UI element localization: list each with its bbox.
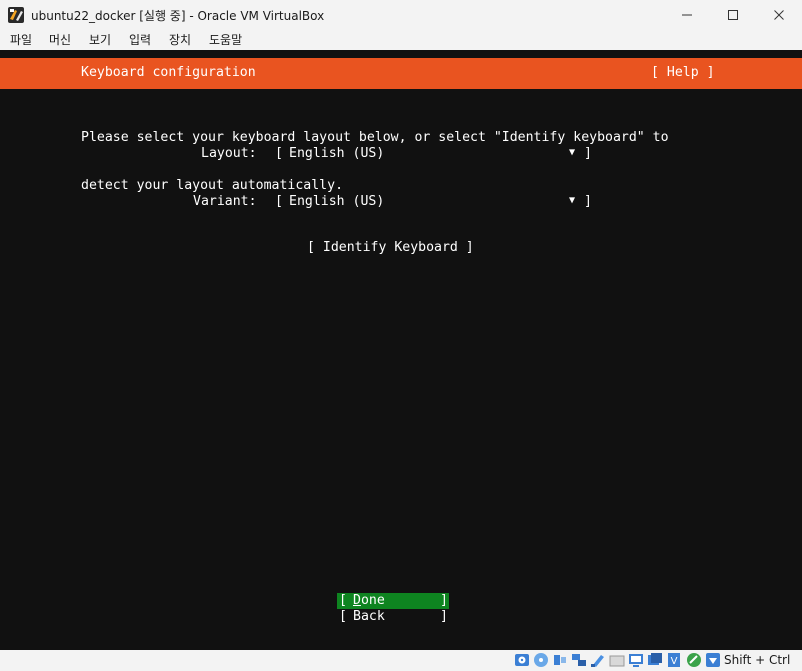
host-key-label: Shift + Ctrl	[724, 653, 791, 667]
cpu-icon[interactable]: V	[666, 652, 682, 668]
back-label: Back	[353, 609, 385, 624]
close-button[interactable]	[756, 0, 802, 30]
maximize-icon	[728, 10, 738, 20]
virtualbox-icon	[8, 7, 24, 23]
keyboard-capture-icon[interactable]	[705, 652, 721, 668]
minimize-icon	[682, 14, 692, 16]
page-title: Keyboard configuration	[81, 65, 256, 80]
installer-header: Keyboard configuration [ Help ]	[0, 58, 802, 89]
menu-devices[interactable]: 장치	[169, 31, 191, 48]
done-mnemonic: D	[353, 593, 361, 608]
dropdown-arrow-icon: ▼	[569, 195, 576, 206]
bracket-right: ]	[440, 593, 448, 608]
layout-value: English (US)	[289, 146, 385, 161]
variant-dropdown[interactable]: [ English (US) ▼ ]	[275, 194, 593, 212]
window-titlebar: ubuntu22_docker [실행 중] - Oracle VM Virtu…	[0, 0, 802, 30]
menu-machine[interactable]: 머신	[49, 31, 71, 48]
optical-drive-icon[interactable]	[533, 652, 549, 668]
instructions-line-1: Please select your keyboard layout below…	[81, 130, 669, 145]
bracket-left: [	[275, 146, 283, 161]
window-title: ubuntu22_docker [실행 중] - Oracle VM Virtu…	[31, 9, 325, 23]
hard-disk-icon[interactable]	[514, 652, 530, 668]
back-button[interactable]: [ Back ]	[337, 609, 449, 625]
done-button[interactable]: [ Done ]	[337, 593, 449, 609]
bracket-left: [	[275, 194, 283, 209]
layout-label: Layout:	[201, 146, 257, 161]
status-bar: V Shift + Ctrl	[0, 650, 802, 671]
usb-icon[interactable]	[590, 652, 606, 668]
display-icon[interactable]	[628, 652, 644, 668]
mouse-integration-icon[interactable]	[686, 652, 702, 668]
vm-screen[interactable]: Keyboard configuration [ Help ] Please s…	[0, 50, 802, 650]
bracket-left: [	[339, 609, 347, 624]
svg-text:V: V	[671, 656, 678, 667]
minimize-button[interactable]	[664, 0, 710, 30]
close-icon	[774, 10, 784, 20]
maximize-button[interactable]	[710, 0, 756, 30]
menu-view[interactable]: 보기	[89, 31, 111, 48]
bracket-right: ]	[584, 194, 592, 209]
menu-input[interactable]: 입력	[129, 31, 151, 48]
dropdown-arrow-icon: ▼	[569, 147, 576, 158]
done-label: Done	[353, 593, 385, 608]
layout-dropdown[interactable]: [ English (US) ▼ ]	[275, 146, 593, 164]
variant-label: Variant:	[193, 194, 257, 209]
instructions-line-2: detect your layout automatically.	[81, 178, 344, 193]
audio-icon[interactable]	[552, 652, 568, 668]
bracket-left: [	[339, 593, 347, 608]
menu-bar: 파일 머신 보기 입력 장치 도움말	[0, 30, 802, 50]
done-label-rest: one	[360, 593, 385, 608]
menu-file[interactable]: 파일	[10, 31, 32, 48]
bracket-right: ]	[584, 146, 592, 161]
identify-keyboard-button[interactable]: [ Identify Keyboard ]	[307, 240, 474, 255]
menu-help[interactable]: 도움말	[209, 31, 242, 48]
network-icon[interactable]	[571, 652, 587, 668]
variant-value: English (US)	[289, 194, 385, 209]
recording-icon[interactable]	[647, 652, 663, 668]
shared-folder-icon[interactable]	[609, 652, 625, 668]
help-button[interactable]: [ Help ]	[651, 65, 715, 80]
bracket-right: ]	[440, 609, 448, 624]
